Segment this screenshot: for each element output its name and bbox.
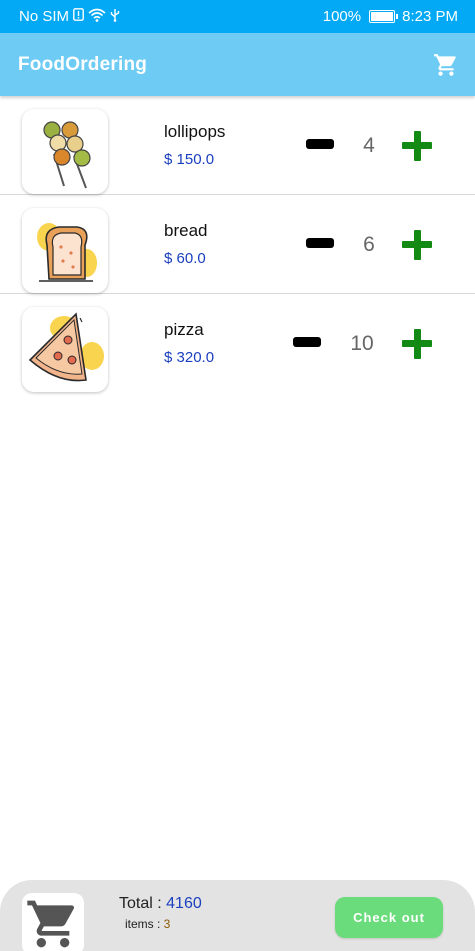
items-line: items : 3	[125, 917, 170, 931]
item-thumbnail	[22, 208, 108, 293]
cart-button[interactable]	[431, 50, 461, 80]
lollipops-icon	[43, 120, 91, 188]
item-thumbnail	[22, 307, 108, 392]
item-price: $ 150.0	[164, 151, 215, 168]
increase-quantity-button[interactable]	[402, 131, 432, 161]
cart-item-row: lollipops $ 150.0 4	[0, 96, 475, 195]
clock-text: 8:23 PM	[402, 8, 458, 25]
cart-item-row: pizza $ 320.0 10	[0, 294, 475, 393]
item-quantity: 4	[363, 134, 375, 157]
battery-percent: 100%	[322, 8, 362, 25]
item-quantity: 6	[363, 233, 375, 256]
item-name: lollipops	[164, 122, 226, 141]
status-left: No SIM	[19, 8, 120, 26]
app-bar: FoodOrdering	[0, 33, 475, 96]
item-price: $ 320.0	[164, 349, 215, 366]
increase-quantity-button[interactable]	[402, 329, 432, 359]
item-thumbnail	[22, 109, 108, 194]
increase-quantity-button[interactable]	[402, 230, 432, 260]
item-quantity: 10	[350, 332, 374, 355]
decrease-quantity-button[interactable]	[306, 238, 334, 248]
status-bar: No SIM 100% 8:23 PM	[0, 0, 475, 33]
carrier-text: No SIM	[19, 8, 70, 25]
wifi-icon	[88, 8, 106, 26]
items-label: items :	[125, 917, 164, 931]
total-line: Total : 4160	[119, 895, 202, 913]
battery-icon	[369, 10, 399, 23]
bread-icon	[37, 222, 97, 282]
item-price: $ 60.0	[164, 250, 206, 267]
pizza-icon	[28, 311, 104, 381]
checkout-button[interactable]: Check out	[335, 897, 443, 938]
decrease-quantity-button[interactable]	[306, 139, 334, 149]
total-value: 4160	[166, 895, 202, 912]
cart-icon	[434, 53, 456, 76]
bottom-cart-button[interactable]	[22, 893, 84, 951]
items-count: 3	[163, 917, 171, 931]
cart-icon	[27, 900, 75, 948]
status-right: 100% 8:23 PM	[323, 8, 458, 25]
total-label: Total :	[119, 895, 167, 912]
sim-icon	[73, 8, 84, 25]
app-title: FoodOrdering	[18, 53, 148, 75]
cart-item-row: bread $ 60.0 6	[0, 195, 475, 294]
cart-item-list: lollipops $ 150.0 4 bread $ 60.0 6 pizza…	[0, 96, 475, 393]
usb-icon	[110, 8, 120, 26]
item-name: pizza	[164, 320, 204, 339]
decrease-quantity-button[interactable]	[293, 337, 321, 347]
checkout-bar: Total : 4160 items : 3 Check out	[0, 880, 475, 951]
item-name: bread	[164, 221, 208, 240]
